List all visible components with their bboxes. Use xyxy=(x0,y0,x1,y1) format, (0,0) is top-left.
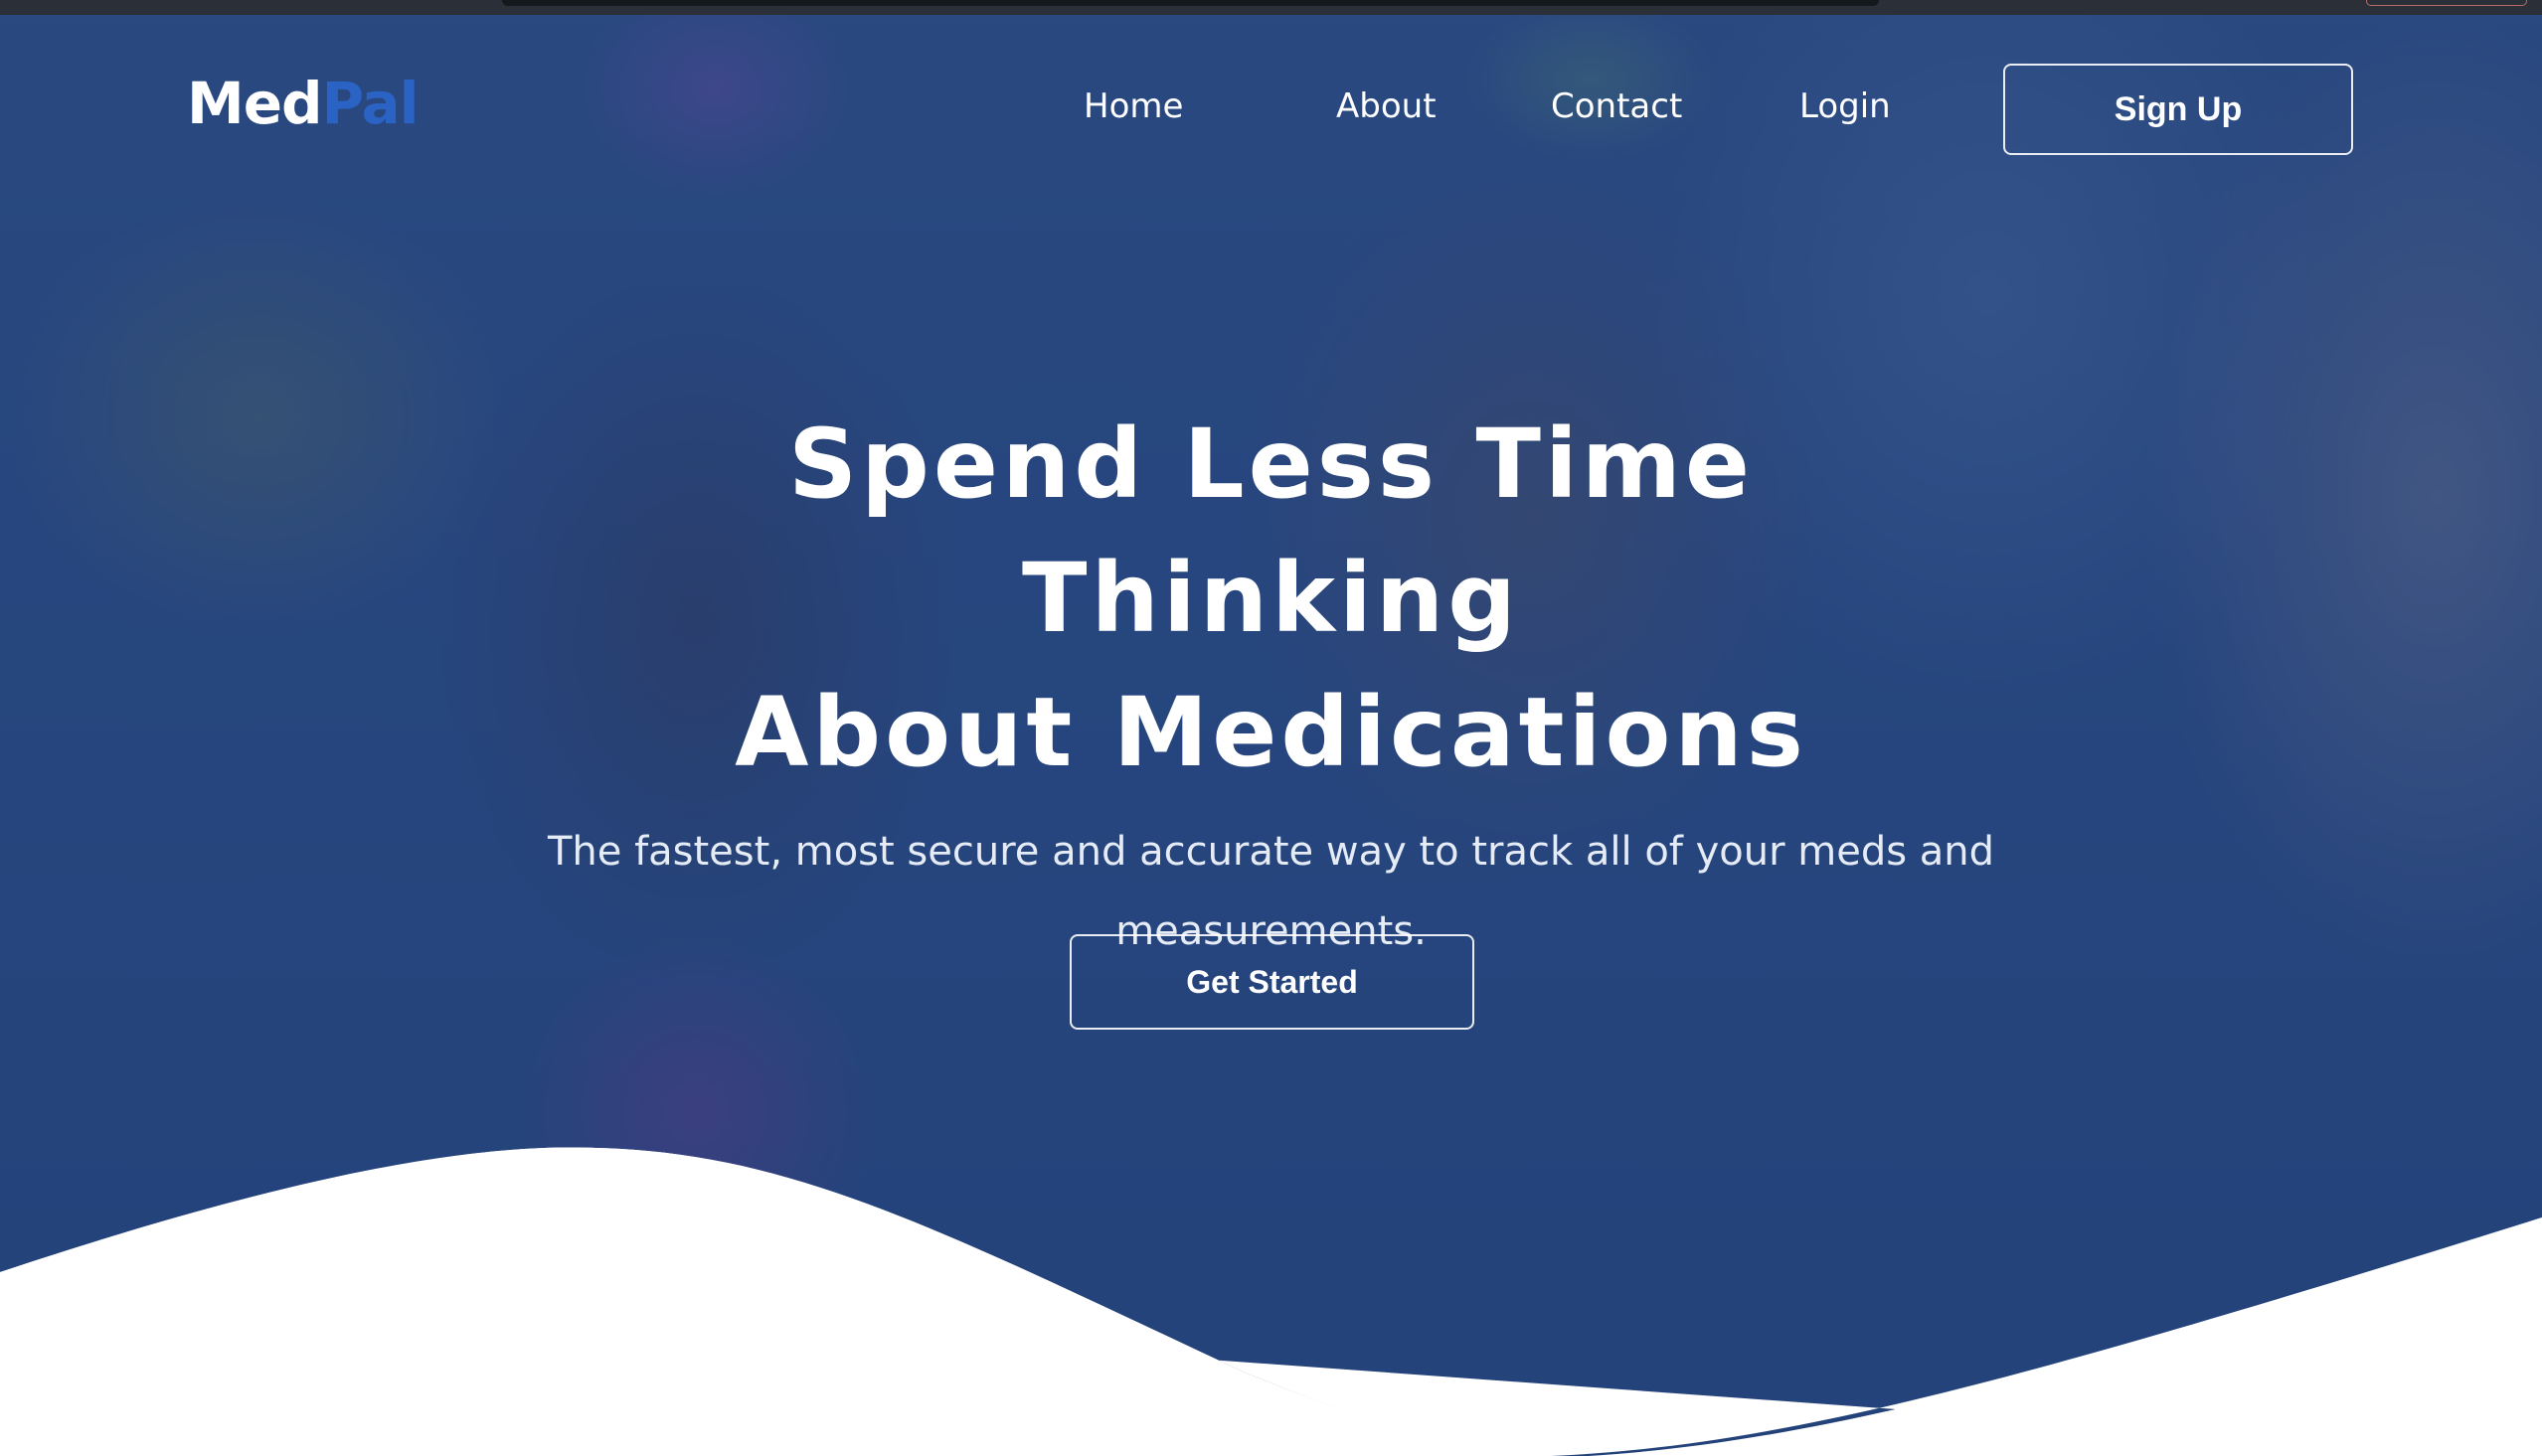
browser-tab-indicator xyxy=(2366,0,2527,6)
wave-fill xyxy=(0,1147,2542,1456)
hero-section: Spend Less Time Thinking About Medicatio… xyxy=(0,398,2542,971)
nav-link-contact[interactable]: Contact xyxy=(1551,86,1682,127)
nav-link-about[interactable]: About xyxy=(1336,86,1437,127)
nav-link-home[interactable]: Home xyxy=(1084,86,1183,127)
sign-up-button[interactable]: Sign Up xyxy=(2003,64,2353,155)
logo-text-pal: Pal xyxy=(321,70,420,137)
hero-headline-line-2: About Medications xyxy=(735,677,1807,788)
browser-address-bar xyxy=(502,0,1879,6)
medpal-logo[interactable]: MedPal xyxy=(187,75,420,132)
logo-text-med: Med xyxy=(187,70,323,137)
landing-page: MedPal Home About Contact Login Sign Up … xyxy=(0,0,2542,1456)
hero-headline: Spend Less Time Thinking About Medicatio… xyxy=(526,398,2017,800)
hero-headline-line-1: Spend Less Time Thinking xyxy=(788,408,1754,654)
get-started-button[interactable]: Get Started xyxy=(1070,934,1474,1030)
browser-top-strip xyxy=(0,0,2542,15)
top-navbar: MedPal Home About Contact Login Sign Up xyxy=(0,15,2542,204)
nav-link-login[interactable]: Login xyxy=(1799,86,1891,127)
